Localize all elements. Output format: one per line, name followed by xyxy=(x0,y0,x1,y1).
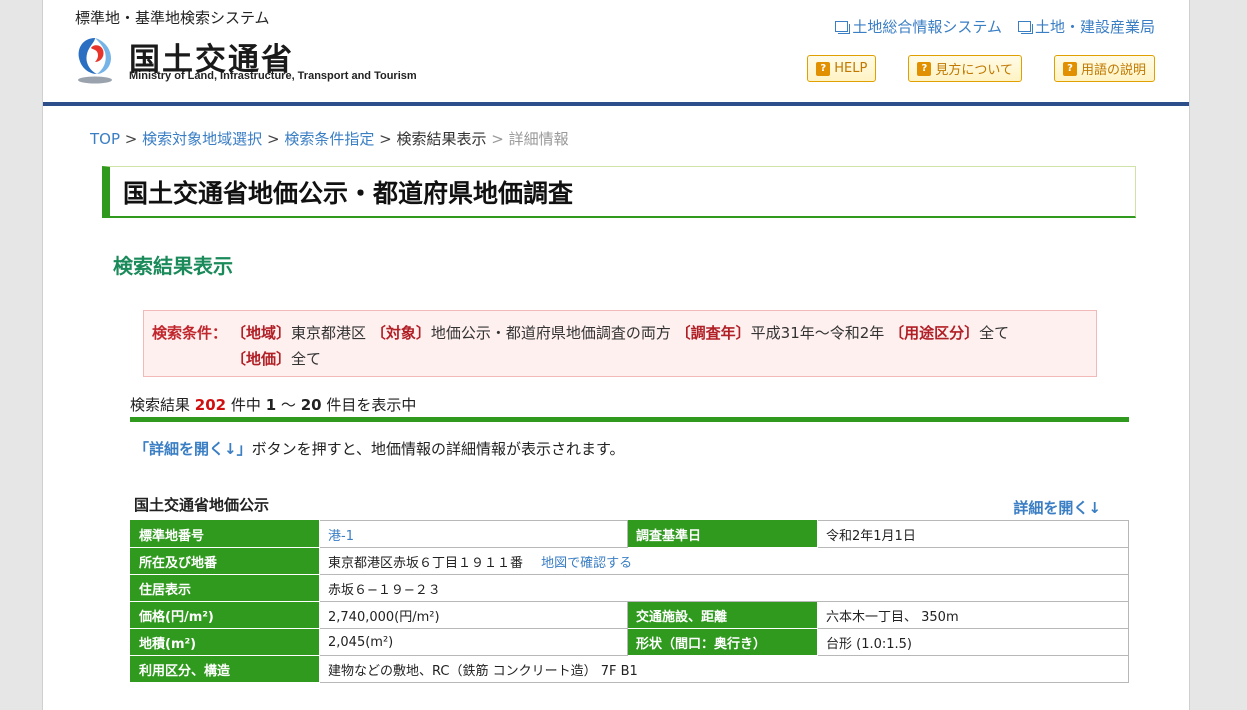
table-row: 標準地番号 港-1 調査基準日 令和2年1月1日 xyxy=(130,520,1129,548)
std-no-label: 標準地番号 xyxy=(130,520,320,548)
address-value: 赤坂６−１９−２３ xyxy=(319,574,1129,602)
table-row: 利用区分、構造 建物などの敷地、RC（鉄筋 コンクリート造） 7F B1 xyxy=(130,655,1129,683)
cond-region-val: 東京都港区 xyxy=(291,324,367,342)
question-icon: ? xyxy=(816,61,831,76)
price-value: 2,740,000(円/m²) xyxy=(319,601,628,629)
breadcrumb: TOP > 検索対象地域選択 > 検索条件指定 > 検索結果表示 > 詳細情報 xyxy=(90,128,569,149)
cond-price-key: 〔地価〕 xyxy=(231,350,292,368)
cond-year-val: 平成31年～令和2年 xyxy=(750,324,885,342)
result-tilde: ～ xyxy=(280,396,296,414)
result-count: 検索結果 202 件中 1 ～ 20 件目を表示中 xyxy=(130,394,416,415)
search-conditions-box: 検索条件： 〔地域〕東京都港区 〔対象〕地価公示・都道府県地価調査の両方 〔調査… xyxy=(143,310,1097,377)
map-confirm-link[interactable]: 地図で確認する xyxy=(541,556,632,571)
instruction-text: 「詳細を開く↓」ボタンを押すと、地価情報の詳細情報が表示されます。 xyxy=(134,438,624,459)
conditions-label: 検索条件： xyxy=(152,324,228,342)
base-date-label: 調査基準日 xyxy=(627,520,818,548)
conditions-body: 〔地域〕東京都港区 〔対象〕地価公示・都道府県地価調査の両方 〔調査年〕平成31… xyxy=(231,320,1088,368)
land-price-table: 標準地番号 港-1 調査基準日 令和2年1月1日 所在及び地番 東京都港区赤坂６… xyxy=(130,520,1129,683)
area-label: 地積(m²) xyxy=(130,628,320,656)
how-to-read-button[interactable]: ? 見方について xyxy=(908,55,1022,82)
page-container: 標準地・基準地検索システム 国土交通省 Ministry of Land, In… xyxy=(42,0,1190,710)
result-mid: 件中 xyxy=(230,396,261,414)
std-no-link[interactable]: 港-1 xyxy=(328,529,354,544)
question-icon: ? xyxy=(917,61,932,76)
std-no-value: 港-1 xyxy=(319,520,628,548)
cond-target-key: 〔対象〕 xyxy=(370,324,431,342)
shape-value: 台形 (1.0:1.5) xyxy=(817,628,1129,656)
open-detail-button[interactable]: 詳細を開く↓ xyxy=(1013,497,1101,518)
address-label: 住居表示 xyxy=(130,574,320,602)
help-button-label: HELP xyxy=(834,61,868,76)
how-to-read-label: 見方について xyxy=(935,63,1013,78)
help-buttons: ? HELP ? 見方について ? 用語の説明 xyxy=(807,55,1155,82)
breadcrumb-detail: 詳細情報 xyxy=(508,130,569,148)
breadcrumb-separator: > xyxy=(266,130,280,148)
glossary-button[interactable]: ? 用語の説明 xyxy=(1053,55,1155,82)
result-total: 202 xyxy=(194,396,227,414)
breadcrumb-separator: > xyxy=(124,130,138,148)
result-suffix: 件目を表示中 xyxy=(326,396,417,414)
area-value: 2,045(m²) xyxy=(319,628,628,656)
price-label: 価格(円/m²) xyxy=(130,601,320,629)
base-date-value: 令和2年1月1日 xyxy=(817,520,1129,548)
breadcrumb-separator: > xyxy=(379,130,392,148)
mlit-logo-icon xyxy=(78,38,112,84)
question-icon: ? xyxy=(1062,61,1077,76)
usage-value: 建物などの敷地、RC（鉄筋 コンクリート造） 7F B1 xyxy=(319,655,1129,683)
location-cell: 東京都港区赤坂６丁目１９１１番 地図で確認する xyxy=(319,547,1129,575)
link-label: 土地・建設産業局 xyxy=(1034,18,1155,36)
header-divider xyxy=(43,102,1189,106)
cond-region-key: 〔地域〕 xyxy=(231,324,292,342)
mlit-logo[interactable]: 国土交通省 Ministry of Land, Infrastructure, … xyxy=(73,34,473,86)
instruction-body: ボタンを押すと、地価情報の詳細情報が表示されます。 xyxy=(251,440,625,458)
link-land-info-system[interactable]: 土地総合情報システム xyxy=(835,16,1002,37)
cond-use-val: 全て xyxy=(979,324,1010,342)
transport-value: 六本木一丁目、 350m xyxy=(817,601,1129,629)
cond-year-key: 〔調査年〕 xyxy=(675,324,751,342)
link-label: 土地総合情報システム xyxy=(852,18,1002,36)
shape-label: 形状（間口：奥行き） xyxy=(627,628,818,656)
location-value: 東京都港区赤坂６丁目１９１１番 xyxy=(328,555,524,571)
table-row: 地積(m²) 2,045(m²) 形状（間口：奥行き） 台形 (1.0:1.5) xyxy=(130,628,1129,656)
usage-label: 利用区分、構造 xyxy=(130,655,320,683)
glossary-label: 用語の説明 xyxy=(1080,63,1146,78)
location-label: 所在及び地番 xyxy=(130,547,320,575)
page-title: 国土交通省地価公示・都道府県地価調査 xyxy=(102,166,1136,218)
instruction-button-ref: 「詳細を開く↓」 xyxy=(134,440,252,458)
section-title: 検索結果表示 xyxy=(113,254,233,278)
breadcrumb-current: 検索結果表示 xyxy=(396,130,487,148)
breadcrumb-top[interactable]: TOP xyxy=(90,130,120,148)
cond-price-val: 全て xyxy=(291,350,322,368)
cond-use-key: 〔用途区分〕 xyxy=(889,324,980,342)
site-name: 標準地・基準地検索システム xyxy=(75,9,270,27)
breadcrumb-condition-spec[interactable]: 検索条件指定 xyxy=(284,130,374,148)
external-window-icon xyxy=(835,21,851,34)
table-row: 所在及び地番 東京都港区赤坂６丁目１９１１番 地図で確認する xyxy=(130,547,1129,575)
breadcrumb-region-select[interactable]: 検索対象地域選択 xyxy=(142,130,262,148)
results-divider xyxy=(130,417,1129,422)
table-heading: 国土交通省地価公示 xyxy=(134,496,270,514)
link-land-construction-bureau[interactable]: 土地・建設産業局 xyxy=(1017,16,1155,37)
result-from: 1 xyxy=(265,396,277,414)
cond-target-val: 地価公示・都道府県地価調査の両方 xyxy=(430,324,671,342)
top-links: 土地総合情報システム 土地・建設産業局 xyxy=(835,16,1155,37)
result-prefix: 検索結果 xyxy=(130,396,191,414)
table-row: 価格(円/m²) 2,740,000(円/m²) 交通施設、距離 六本木一丁目、… xyxy=(130,601,1129,629)
transport-label: 交通施設、距離 xyxy=(627,601,818,629)
external-window-icon xyxy=(1017,21,1033,34)
logo-en-text: Ministry of Land, Infrastructure, Transp… xyxy=(129,70,417,82)
result-to: 20 xyxy=(300,396,322,414)
table-row: 住居表示 赤坂６−１９−２３ xyxy=(130,574,1129,602)
breadcrumb-separator: > xyxy=(491,130,504,148)
help-button[interactable]: ? HELP xyxy=(807,55,877,82)
